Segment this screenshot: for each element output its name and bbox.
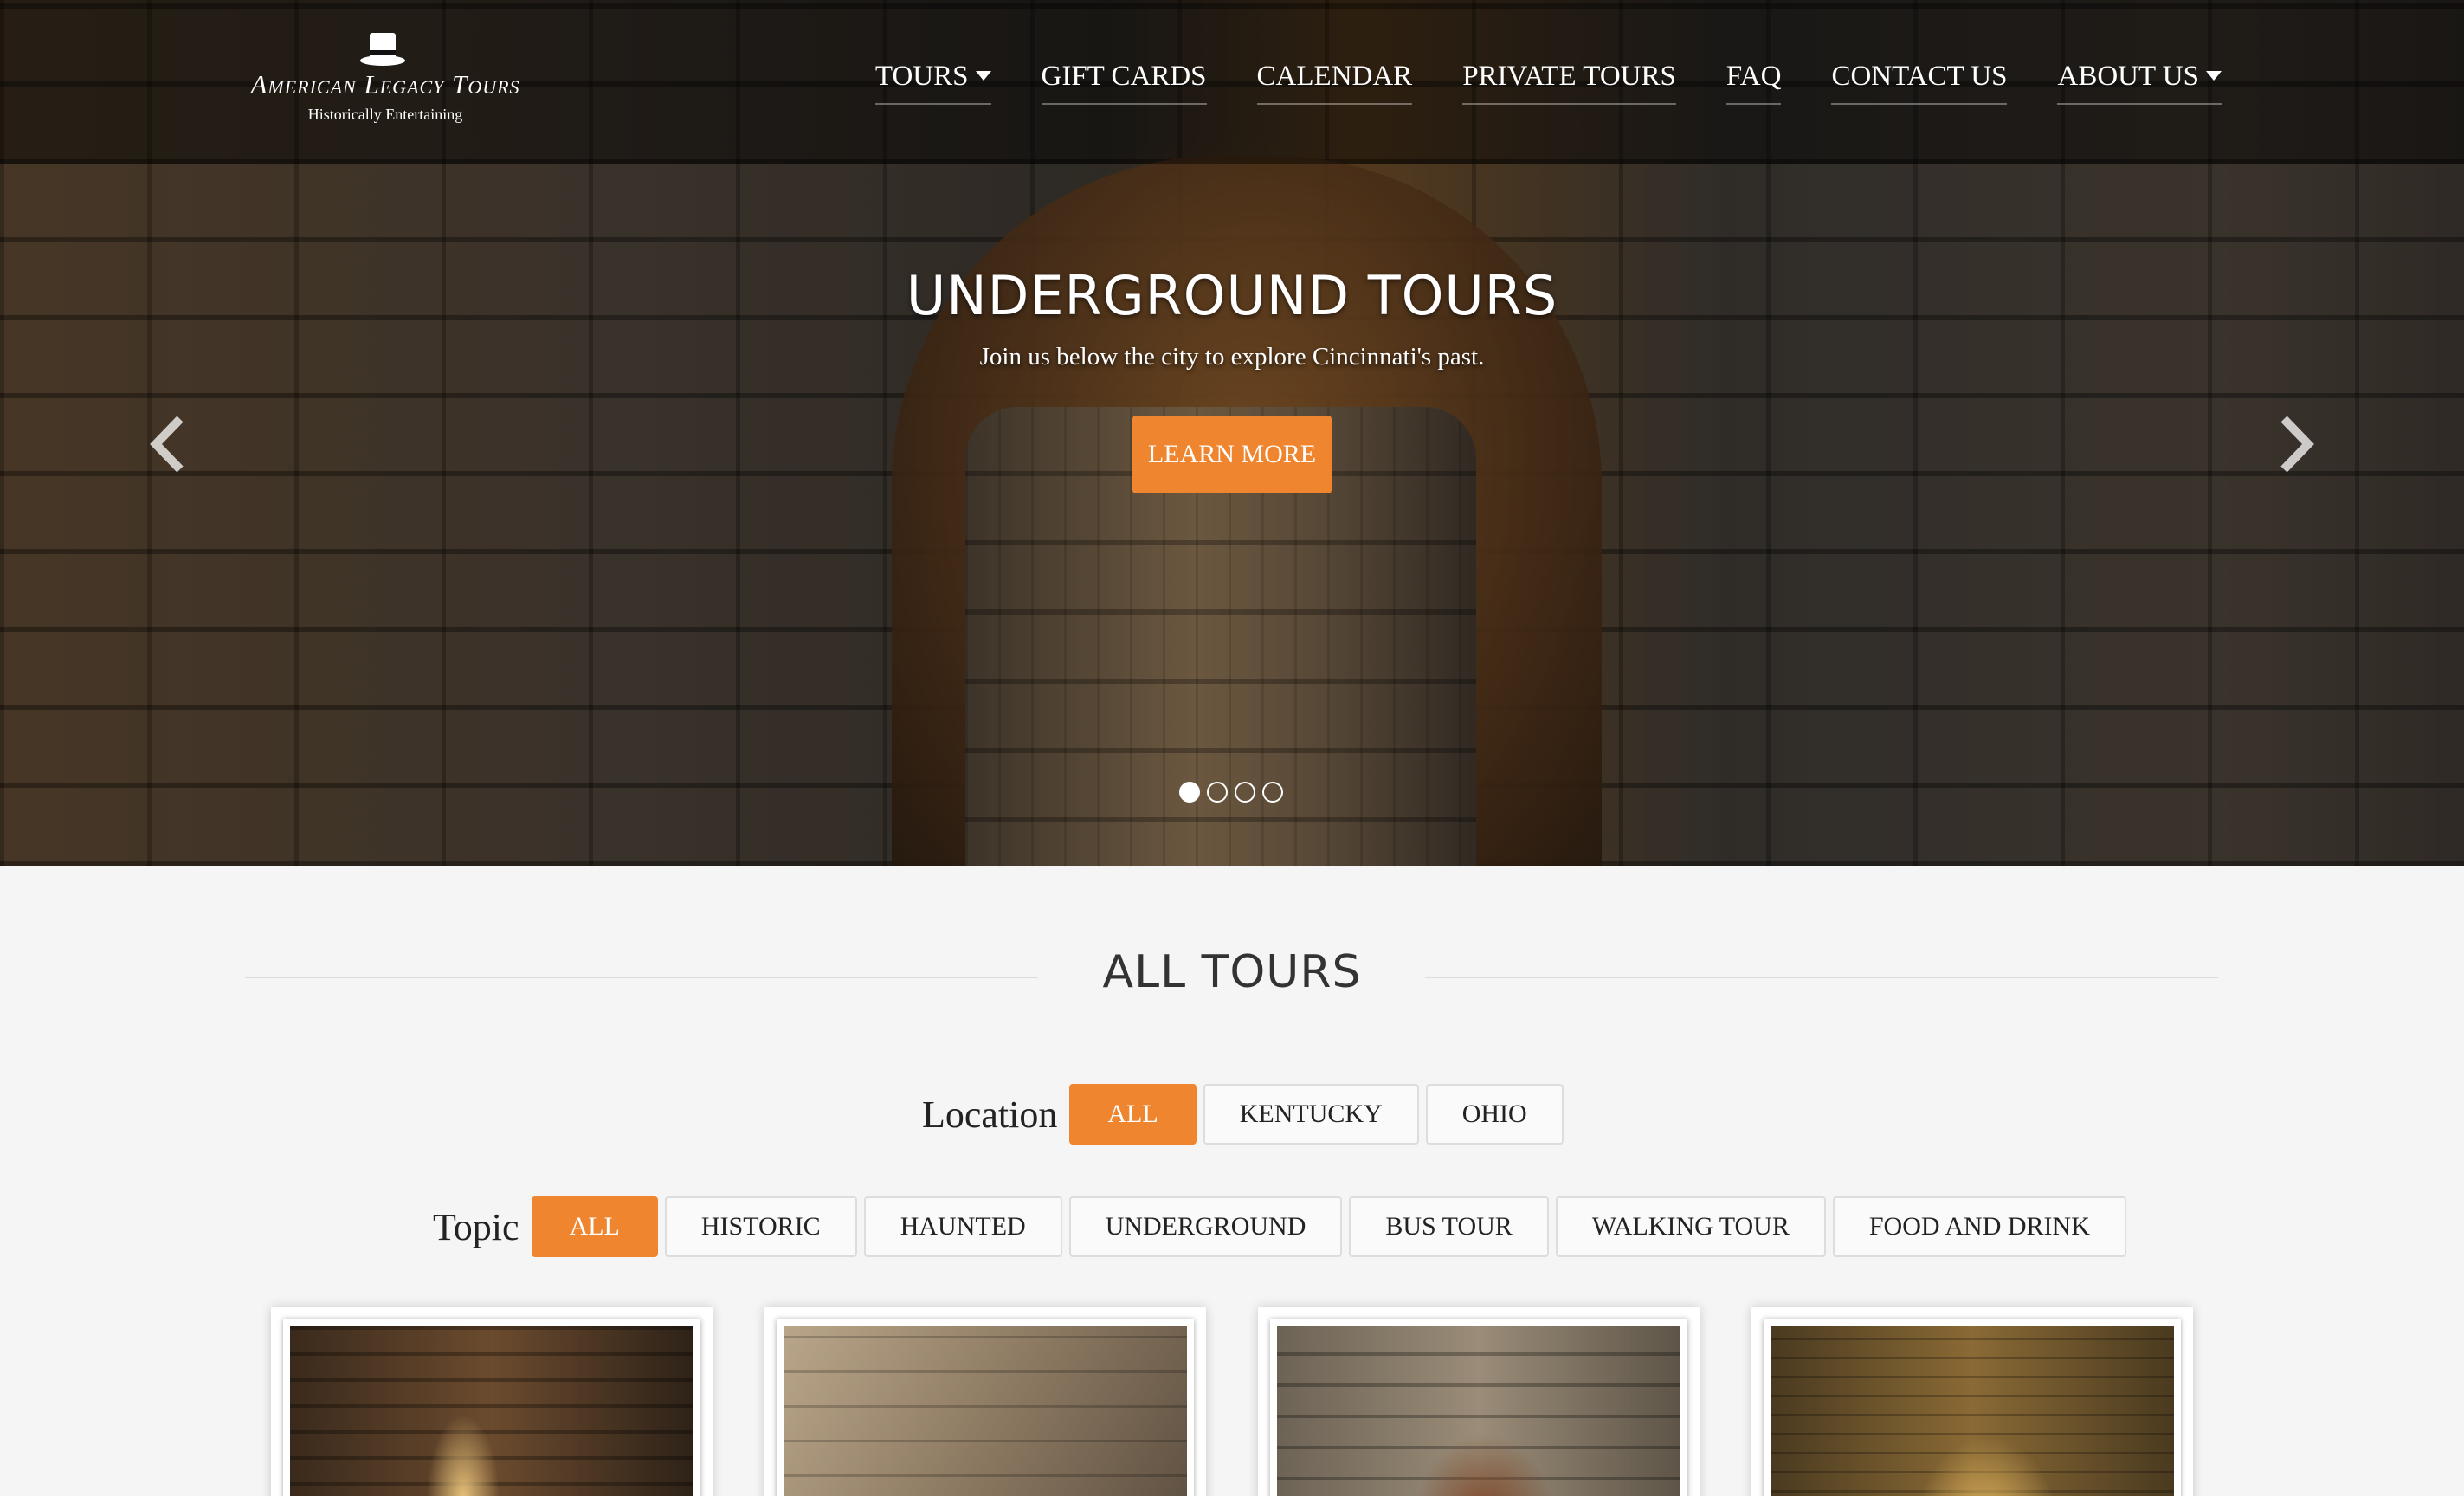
topic-filter: Topic ALL HISTORIC HAUNTED UNDERGROUND B…: [433, 1196, 2126, 1257]
location-filter: Location ALL KENTUCKY OHIO: [922, 1084, 1564, 1145]
main-nav: TOURS GIFT CARDS CALENDAR PRIVATE TOURS …: [825, 61, 2222, 105]
nav-contact-us-label: CONTACT US: [1831, 61, 2008, 92]
caret-down-icon: [975, 70, 991, 81]
nav-contact-us[interactable]: CONTACT US: [1831, 61, 2008, 105]
caret-down-icon: [2206, 70, 2222, 81]
site-logo[interactable]: American Legacy Tours Historically Enter…: [247, 31, 524, 126]
hero-subtitle: Join us below the city to explore Cincin…: [979, 343, 1485, 371]
logo-name: American Legacy Tours: [250, 69, 520, 100]
nav-tours[interactable]: TOURS: [874, 61, 991, 105]
nav-gift-cards-label: GIFT CARDS: [1041, 61, 1207, 92]
tour-card-image[interactable]: [777, 1319, 1194, 1496]
topic-chip-bus-tour[interactable]: BUS TOUR: [1349, 1196, 1549, 1257]
carousel-dot-3[interactable]: [1235, 782, 1255, 803]
topic-chip-haunted[interactable]: HAUNTED: [863, 1196, 1062, 1257]
topic-chip-walking-tour[interactable]: WALKING TOUR: [1555, 1196, 1826, 1257]
tour-card[interactable]: [764, 1307, 1206, 1496]
carousel-dot-1[interactable]: [1179, 782, 1200, 803]
tour-card[interactable]: [271, 1307, 713, 1496]
nav-tours-label: TOURS: [874, 61, 969, 92]
tour-card-image[interactable]: [1270, 1319, 1687, 1496]
location-chip-kentucky[interactable]: KENTUCKY: [1203, 1084, 1419, 1145]
location-filter-label: Location: [922, 1093, 1058, 1136]
nav-private-tours-label: PRIVATE TOURS: [1462, 61, 1676, 92]
location-chip-ohio[interactable]: OHIO: [1425, 1084, 1564, 1145]
location-chip-all[interactable]: ALL: [1069, 1084, 1197, 1145]
carousel-dot-2[interactable]: [1207, 782, 1228, 803]
nav-gift-cards[interactable]: GIFT CARDS: [1041, 61, 1207, 105]
section-divider-right: [1425, 977, 2218, 978]
topic-chip-underground[interactable]: UNDERGROUND: [1068, 1196, 1343, 1257]
carousel-indicators: [1179, 782, 1283, 803]
nav-calendar[interactable]: CALENDAR: [1256, 61, 1413, 105]
nav-about-us[interactable]: ABOUT US: [2057, 61, 2222, 105]
tour-card-image[interactable]: [283, 1319, 700, 1496]
hero-title: UNDERGROUND TOURS: [906, 264, 1558, 327]
nav-calendar-label: CALENDAR: [1256, 61, 1413, 92]
nav-faq-label: FAQ: [1725, 61, 1782, 92]
nav-faq[interactable]: FAQ: [1725, 61, 1782, 105]
topic-chip-historic[interactable]: HISTORIC: [664, 1196, 857, 1257]
logo-tagline: Historically Entertaining: [307, 106, 463, 123]
chevron-right-icon[interactable]: [2275, 414, 2317, 474]
nav-private-tours[interactable]: PRIVATE TOURS: [1462, 61, 1676, 105]
learn-more-button[interactable]: LEARN MORE: [1132, 416, 1332, 493]
topic-chip-all[interactable]: ALL: [531, 1196, 658, 1257]
tour-card[interactable]: [1751, 1307, 2193, 1496]
top-hat-icon: [360, 33, 405, 66]
topic-filter-label: Topic: [433, 1205, 519, 1248]
tour-card[interactable]: [1258, 1307, 1700, 1496]
carousel-dot-4[interactable]: [1262, 782, 1283, 803]
chevron-left-icon[interactable]: [147, 414, 189, 474]
nav-about-us-label: ABOUT US: [2057, 61, 2199, 92]
tour-card-image[interactable]: [1764, 1319, 2181, 1496]
section-title: ALL TOURS: [1102, 946, 1362, 998]
topic-chip-food-and-drink[interactable]: FOOD AND DRINK: [1832, 1196, 2126, 1257]
